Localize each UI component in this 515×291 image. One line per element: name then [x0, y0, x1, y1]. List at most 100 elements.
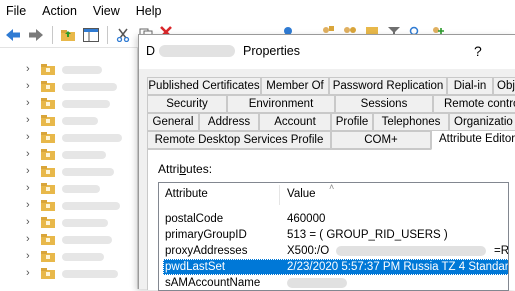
up-folder-icon[interactable]	[57, 24, 79, 46]
chevron-right-icon[interactable]: ›	[26, 63, 30, 75]
redacted-name	[62, 185, 100, 193]
tree-node[interactable]: ›	[0, 249, 138, 265]
chevron-right-icon[interactable]: ›	[26, 131, 30, 143]
tree-node[interactable]: ›	[0, 147, 138, 163]
folder-icon	[41, 200, 55, 211]
tree-node[interactable]: ›	[0, 62, 138, 78]
chevron-right-icon[interactable]: ›	[26, 80, 30, 92]
attribute-name: primaryGroupID	[165, 229, 247, 241]
redacted-name	[62, 100, 110, 108]
column-divider[interactable]	[279, 185, 280, 205]
redacted-name	[62, 219, 108, 227]
tab-address[interactable]: Address	[199, 113, 259, 131]
folder-icon	[41, 183, 55, 194]
tab-remote-control[interactable]: Remote control	[433, 95, 515, 113]
tree-node[interactable]: ›	[0, 164, 138, 180]
tree-node[interactable]: ›	[0, 79, 138, 95]
properties-dialog: D Properties ? Published Certificates Me…	[138, 34, 515, 291]
tree-node[interactable]: ›	[0, 181, 138, 197]
tab-sessions[interactable]: Sessions	[335, 95, 433, 113]
redacted-value	[336, 246, 486, 256]
attribute-name: postalCode	[165, 213, 224, 225]
dialog-title-prefix: D	[146, 44, 156, 58]
tab-organization[interactable]: Organizatio	[449, 113, 515, 131]
folder-icon	[41, 132, 55, 143]
tab-general[interactable]: General	[147, 113, 199, 131]
cut-icon[interactable]	[112, 24, 134, 46]
column-value[interactable]: Value	[287, 188, 316, 200]
toolbar-separator	[107, 25, 108, 44]
chevron-right-icon[interactable]: ›	[26, 233, 30, 245]
redacted-name	[62, 134, 122, 142]
dialog-titlebar[interactable]: D Properties ?	[139, 35, 515, 69]
tab-security[interactable]: Security	[147, 95, 227, 113]
attribute-row-proxyaddresses[interactable]: proxyAddresses X500:/O =R	[159, 243, 509, 259]
attribute-value: 513 = ( GROUP_RID_USERS )	[287, 229, 448, 241]
chevron-right-icon[interactable]: ›	[26, 267, 30, 279]
toolbar-separator	[52, 25, 53, 44]
chevron-right-icon[interactable]: ›	[26, 148, 30, 160]
attribute-editor-panel: Attributes: Attribute Value ˄ postalCode…	[147, 149, 515, 291]
tab-member-of[interactable]: Member Of	[261, 77, 329, 95]
tree-node[interactable]: ›	[0, 113, 138, 129]
menu-view[interactable]: View	[85, 0, 128, 22]
column-attribute[interactable]: Attribute	[165, 188, 208, 200]
chevron-right-icon[interactable]: ›	[26, 216, 30, 228]
tab-environment[interactable]: Environment	[227, 95, 335, 113]
chevron-right-icon[interactable]: ›	[26, 165, 30, 177]
tab-published-certificates[interactable]: Published Certificates	[147, 77, 261, 95]
tab-telephones[interactable]: Telephones	[373, 113, 449, 131]
help-button[interactable]: ?	[474, 43, 482, 59]
folder-icon	[41, 268, 55, 279]
sort-caret-icon: ˄	[329, 182, 335, 192]
tree-node[interactable]: ›	[0, 96, 138, 112]
dialog-title: Properties	[243, 44, 300, 58]
folder-icon	[41, 234, 55, 245]
show-hide-console-tree-icon[interactable]	[80, 24, 102, 46]
chevron-right-icon[interactable]: ›	[26, 97, 30, 109]
attribute-name: proxyAddresses	[165, 245, 248, 257]
forward-arrow-icon[interactable]	[25, 24, 47, 46]
attributes-list-header: Attribute Value ˄	[159, 182, 508, 207]
menu-file[interactable]: File	[0, 0, 34, 22]
tab-password-replication[interactable]: Password Replication	[329, 77, 447, 95]
folder-icon	[41, 98, 55, 109]
attributes-list[interactable]: Attribute Value ˄ postalCode 460000 prim…	[158, 182, 509, 291]
tab-account[interactable]: Account	[259, 113, 331, 131]
tree-node[interactable]: ›	[0, 130, 138, 146]
folder-icon	[41, 64, 55, 75]
attribute-row-postalcode[interactable]: postalCode 460000	[159, 211, 508, 227]
tab-remote-desktop-services-profile[interactable]: Remote Desktop Services Profile	[147, 131, 331, 149]
chevron-right-icon[interactable]: ›	[26, 182, 30, 194]
tab-profile[interactable]: Profile	[331, 113, 373, 131]
tree-node[interactable]: ›	[0, 198, 138, 214]
redacted-name	[62, 202, 120, 210]
attribute-value: 460000	[287, 213, 326, 225]
back-arrow-icon[interactable]	[2, 24, 24, 46]
tree-node[interactable]: ›	[0, 215, 138, 231]
menu-action[interactable]: Action	[34, 0, 85, 22]
attributes-label: Attributes:	[158, 162, 213, 176]
redacted-name	[62, 151, 106, 159]
redacted-name	[62, 66, 102, 74]
folder-icon	[41, 149, 55, 160]
chevron-right-icon[interactable]: ›	[26, 250, 30, 262]
folder-icon	[41, 81, 55, 92]
folder-icon	[41, 166, 55, 177]
attribute-row-pwdlastset[interactable]: pwdLastSet 2/23/2020 5:57:37 PM Russia T…	[163, 259, 508, 275]
folder-icon	[41, 251, 55, 262]
attribute-value: X500:/O	[287, 245, 330, 257]
tree-node[interactable]: ›	[0, 232, 138, 248]
chevron-right-icon[interactable]: ›	[26, 199, 30, 211]
attribute-value-tail: =R	[494, 245, 509, 257]
attribute-row-primarygroupid[interactable]: primaryGroupID 513 = ( GROUP_RID_USERS )	[159, 227, 508, 243]
redacted-name	[62, 117, 98, 125]
tree-node[interactable]: ›	[0, 266, 138, 282]
tab-dial-in[interactable]: Dial-in	[447, 77, 493, 95]
tab-com-plus[interactable]: COM+	[331, 131, 431, 149]
folder-icon	[41, 217, 55, 228]
chevron-right-icon[interactable]: ›	[26, 114, 30, 126]
tab-attribute-editor[interactable]: Attribute Editor	[431, 130, 515, 150]
tab-object[interactable]: Obj	[493, 77, 515, 95]
menu-help[interactable]: Help	[128, 0, 170, 22]
